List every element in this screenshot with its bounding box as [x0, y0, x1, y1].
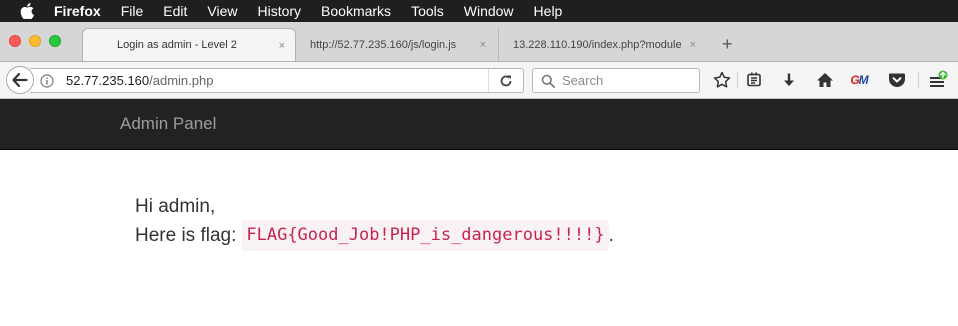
flag-code: FLAG{Good_Job!PHP_is_dangerous!!!!}: [242, 220, 609, 251]
home-icon[interactable]: [815, 70, 835, 90]
flag-trailing-text: .: [608, 225, 614, 246]
tab-login-js[interactable]: http://52.77.235.160/js/login.js ×: [296, 28, 496, 61]
menu-edit[interactable]: Edit: [163, 3, 187, 19]
toolbar-separator: [918, 72, 919, 88]
tab-close-icon[interactable]: ×: [690, 39, 696, 51]
window-minimize-button[interactable]: [29, 35, 41, 47]
apple-logo-icon[interactable]: [20, 3, 36, 19]
back-arrow-icon: [12, 73, 28, 87]
url-host: 52.77.235.160: [66, 73, 150, 88]
tab-close-icon[interactable]: ×: [279, 40, 285, 52]
menu-app-firefox[interactable]: Firefox: [54, 3, 101, 19]
menu-view[interactable]: View: [207, 3, 237, 19]
site-info-icon[interactable]: [40, 73, 54, 88]
toolbar-separator: [737, 72, 738, 88]
address-bar[interactable]: 52.77.235.160/admin.php: [30, 68, 524, 93]
flag-intro-text: Here is flag:: [135, 225, 237, 246]
download-icon[interactable]: [779, 70, 799, 90]
site-brand[interactable]: Admin Panel: [120, 114, 216, 134]
url-text[interactable]: 52.77.235.160/admin.php: [66, 73, 213, 88]
menu-bookmarks[interactable]: Bookmarks: [321, 3, 391, 19]
page-content: Hi admin, Here is flag: FLAG{Good_Job!PH…: [135, 193, 614, 251]
flag-line: Here is flag: FLAG{Good_Job!PHP_is_dange…: [135, 220, 614, 251]
search-bar[interactable]: [532, 68, 700, 93]
tab-login-as-admin[interactable]: Login as admin - Level 2 ×: [82, 28, 296, 61]
tab-index-php[interactable]: 13.228.110.190/index.php?module ×: [498, 28, 706, 61]
menu-help[interactable]: Help: [534, 3, 563, 19]
pocket-icon[interactable]: [887, 70, 907, 90]
tab-close-icon[interactable]: ×: [480, 39, 486, 51]
window-close-button[interactable]: [9, 35, 21, 47]
window-maximize-button[interactable]: [49, 35, 61, 47]
gm-badge-m: M: [858, 73, 869, 87]
menu-tools[interactable]: Tools: [411, 3, 444, 19]
search-input[interactable]: [562, 73, 682, 88]
tab-title: Login as admin - Level 2: [117, 39, 237, 51]
macos-menu-bar: Firefox File Edit View History Bookmarks…: [0, 0, 958, 22]
navigation-toolbar: 52.77.235.160/admin.php GM: [0, 62, 958, 99]
search-icon: [541, 74, 555, 88]
menu-history[interactable]: History: [257, 3, 301, 19]
reload-icon[interactable]: [488, 69, 523, 92]
tab-title: 13.228.110.190/index.php?module: [513, 38, 682, 51]
greeting-text: Hi admin,: [135, 196, 216, 217]
url-path: /admin.php: [149, 73, 214, 88]
gm-extension-icon[interactable]: GM: [849, 70, 869, 90]
menu-icon[interactable]: [928, 70, 948, 90]
new-tab-button[interactable]: +: [722, 35, 733, 53]
back-button[interactable]: [6, 66, 34, 94]
tab-title: http://52.77.235.160/js/login.js: [310, 38, 457, 51]
menu-window[interactable]: Window: [464, 3, 514, 19]
gm-badge-g: G: [850, 73, 859, 87]
reader-list-icon[interactable]: [744, 70, 764, 90]
bookmark-star-icon[interactable]: [712, 70, 732, 90]
menu-file[interactable]: File: [121, 3, 144, 19]
site-navbar: Admin Panel: [0, 99, 958, 150]
tab-strip: Login as admin - Level 2 × http://52.77.…: [0, 22, 958, 62]
